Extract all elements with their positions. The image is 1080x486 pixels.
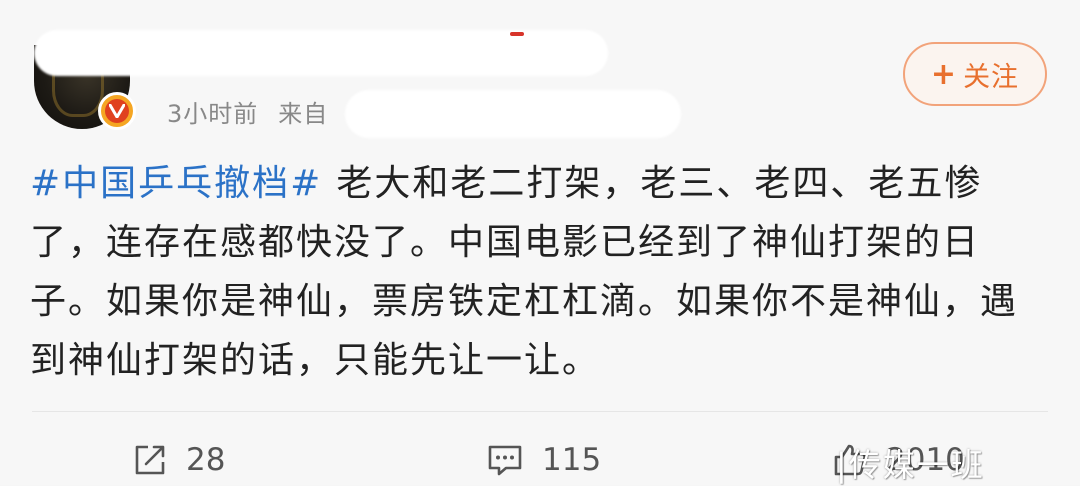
comment-button[interactable]: 115	[486, 438, 601, 482]
post-source-redacted	[345, 90, 681, 138]
share-icon	[135, 445, 165, 475]
comment-count: 115	[542, 442, 602, 478]
share-button[interactable]: 28	[132, 438, 225, 482]
post-source-prefix: 来自	[278, 100, 329, 128]
hashtag-link[interactable]: #中国乒乓撤档#	[30, 163, 322, 204]
weibo-post-card: 3小时前 来自 + 关注 #中国乒乓撤档# 老大和老二打架，老三、老四、老五惨了，连…	[0, 0, 1080, 485]
verified-badge-icon	[98, 92, 136, 130]
comment-icon	[488, 445, 522, 476]
plus-icon: +	[930, 56, 958, 92]
follow-button[interactable]: + 关注	[903, 42, 1047, 106]
post-time: 3小时前	[167, 100, 259, 128]
username-redacted	[34, 30, 608, 76]
post-content: #中国乒乓撤档# 老大和老二打架，老三、老四、老五惨了，连存在感都快没了。中国电影…	[30, 154, 1040, 390]
follow-button-label: 关注	[963, 61, 1020, 93]
post-meta: 3小时前 来自	[167, 94, 328, 129]
divider	[32, 411, 1048, 412]
username-redaction-mark	[510, 32, 524, 36]
share-count: 28	[186, 442, 226, 478]
watermark-text: |传媒一班	[836, 446, 985, 484]
